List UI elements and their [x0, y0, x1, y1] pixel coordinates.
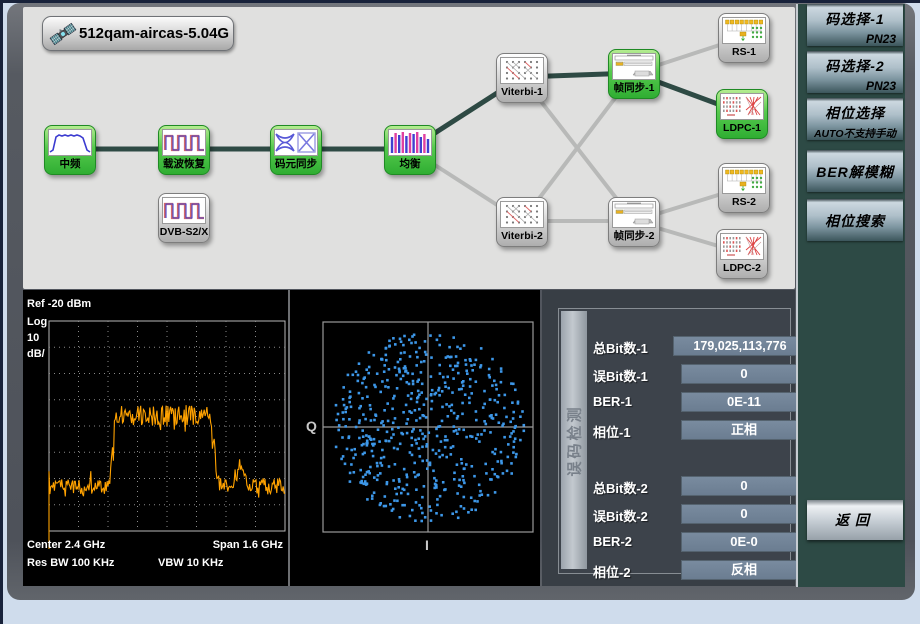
framesync-icon	[612, 53, 656, 80]
softkey-label: 码选择-1	[807, 4, 903, 29]
constellation-plot	[290, 290, 540, 586]
back-button[interactable]: 返回	[807, 500, 903, 540]
softkey-value: PN23	[807, 29, 903, 46]
error-row-value: 0	[681, 476, 807, 496]
signal-chain-diagram: 512qam-aircas-5.04G 中频 载波恢复 DVB-S2/X 码元同步 均衡…	[23, 7, 795, 289]
error-row-label: 总Bit数-1	[593, 338, 648, 357]
error-row-value: 反相	[681, 560, 807, 580]
node-if[interactable]: 中频	[44, 125, 96, 175]
ldpc-icon	[720, 233, 764, 260]
q-axis-label: Q	[306, 418, 317, 434]
error-row-label: 总Bit数-2	[593, 478, 648, 497]
node-frame-sync-2[interactable]: 帧同步-2	[608, 197, 660, 247]
error-row-label: 误Bit数-2	[593, 506, 648, 525]
error-row-value: 0	[681, 364, 807, 384]
error-row-value: 0E-0	[681, 532, 807, 552]
error-row-label: BER-1	[593, 394, 632, 409]
node-label: Viterbi-1	[497, 84, 547, 100]
softkey-value: PN23	[807, 76, 903, 93]
spectrum-icon	[48, 129, 92, 156]
framesync-icon	[612, 201, 656, 228]
squarewave-icon	[162, 129, 206, 156]
node-label: RS-2	[719, 194, 769, 210]
node-label: 帧同步-1	[609, 80, 659, 96]
softkey-phase-search[interactable]: 相位搜索	[807, 199, 903, 241]
spectrum-center-label: Center 2.4 GHz	[27, 539, 105, 551]
softkey-label: 相位搜索	[807, 199, 903, 231]
spectrum-panel: Ref -20 dBm Log 10 dB/ Center 2.4 GHz Sp…	[23, 290, 288, 586]
error-row-label: 相位-2	[593, 562, 631, 581]
node-label: LDPC-2	[717, 260, 767, 276]
softkey-value: AUTO不支持手动	[807, 123, 903, 141]
error-row-label: BER-2	[593, 534, 632, 549]
rs-icon	[722, 17, 766, 44]
error-row-value: 179,025,113,776	[673, 336, 807, 356]
node-rs-2[interactable]: RS-2	[718, 163, 770, 213]
spectrum-vbw-label: VBW 10 KHz	[158, 557, 223, 569]
instrument-screen: { "title_button": { "label": "512qam-air…	[0, 0, 920, 624]
instrument-frame: 512qam-aircas-5.04G 中频 载波恢复 DVB-S2/X 码元同步 均衡…	[7, 3, 915, 600]
bars-icon	[388, 129, 432, 156]
softkey-label: 相位选择	[807, 98, 903, 123]
softkey-code-select-2[interactable]: 码选择-2PN23	[807, 51, 903, 93]
eye-icon	[274, 129, 318, 156]
node-label: 码元同步	[271, 156, 321, 172]
node-label: 载波恢复	[159, 156, 209, 172]
error-detection-title-strip: 误码检测	[561, 311, 587, 569]
signal-title-button[interactable]: 512qam-aircas-5.04G	[42, 16, 234, 51]
error-row-value: 0E-11	[681, 392, 807, 412]
error-detection-title: 误码检测	[564, 404, 585, 476]
error-detection-panel: 误码检测 总Bit数-1179,025,113,776误Bit数-10BER-1…	[542, 290, 795, 586]
softkey-ber-deambiguity[interactable]: BER解模糊	[807, 150, 903, 192]
node-label: 中频	[45, 156, 95, 172]
spectrum-span-label: Span 1.6 GHz	[213, 539, 283, 551]
node-viterbi-2[interactable]: Viterbi-2	[496, 197, 548, 247]
spectrum-scale-db: dB/	[27, 348, 45, 360]
spectrum-scale-10: 10	[27, 332, 39, 344]
node-equalizer[interactable]: 均衡	[384, 125, 436, 175]
trellis-icon	[500, 57, 544, 84]
node-symbol-sync[interactable]: 码元同步	[270, 125, 322, 175]
spectrum-scale-log: Log	[27, 316, 47, 328]
softkey-sidebar: 码选择-1PN23码选择-2PN23相位选择AUTO不支持手动BER解模糊相位搜…	[796, 4, 905, 587]
spectrum-ref-label: Ref -20 dBm	[27, 298, 91, 310]
softkey-label: 码选择-2	[807, 51, 903, 76]
error-row-value: 0	[681, 504, 807, 524]
node-rs-1[interactable]: RS-1	[718, 13, 770, 63]
rs-icon	[722, 167, 766, 194]
satellite-icon	[49, 20, 77, 48]
squarewave-icon	[162, 197, 206, 224]
node-label: 帧同步-2	[609, 228, 659, 244]
error-row-label: 误Bit数-1	[593, 366, 648, 385]
trellis-icon	[500, 201, 544, 228]
error-detection-box: 误码检测 总Bit数-1179,025,113,776误Bit数-10BER-1…	[558, 308, 791, 574]
node-label: 均衡	[385, 156, 435, 172]
node-viterbi-1[interactable]: Viterbi-1	[496, 53, 548, 103]
spectrum-rbw-label: Res BW 100 KHz	[27, 557, 114, 569]
signal-title-label: 512qam-aircas-5.04G	[79, 25, 229, 42]
ldpc-icon	[720, 93, 764, 120]
i-axis-label: I	[425, 537, 429, 553]
node-label: DVB-S2/X	[159, 224, 209, 240]
error-row-value: 正相	[681, 420, 807, 440]
constellation-panel: Q I	[290, 290, 540, 586]
softkey-label: BER解模糊	[807, 150, 903, 182]
softkey-code-select-1[interactable]: 码选择-1PN23	[807, 4, 903, 46]
node-label: LDPC-1	[717, 120, 767, 136]
node-ldpc-1[interactable]: LDPC-1	[716, 89, 768, 139]
error-row-label: 相位-1	[593, 422, 631, 441]
node-frame-sync-1[interactable]: 帧同步-1	[608, 49, 660, 99]
node-label: RS-1	[719, 44, 769, 60]
window-left-strip	[0, 0, 3, 624]
node-carrier[interactable]: 载波恢复	[158, 125, 210, 175]
node-ldpc-2[interactable]: LDPC-2	[716, 229, 768, 279]
softkey-phase-select[interactable]: 相位选择AUTO不支持手动	[807, 98, 903, 140]
node-dvb-s2x[interactable]: DVB-S2/X	[158, 193, 210, 243]
node-label: Viterbi-2	[497, 228, 547, 244]
